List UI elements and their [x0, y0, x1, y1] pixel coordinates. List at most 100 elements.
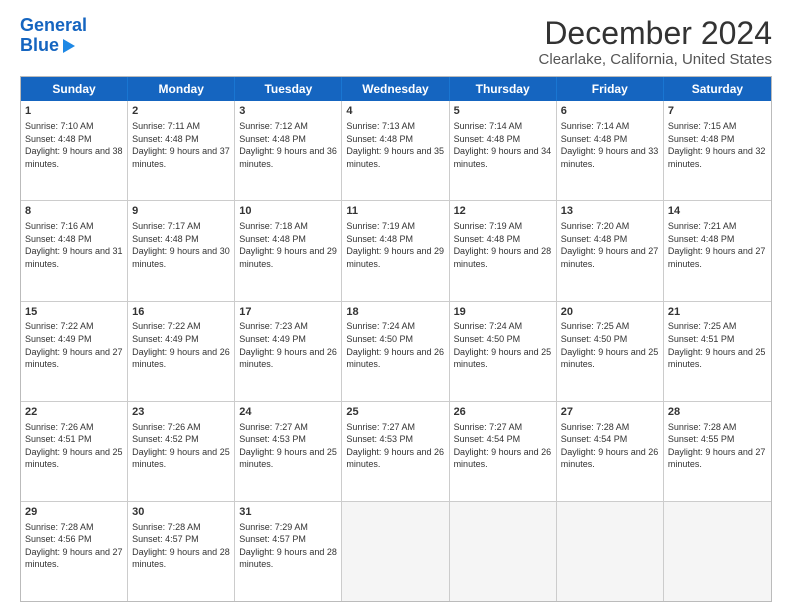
day-number: 30 — [132, 505, 230, 520]
day-info: Sunrise: 7:26 AM Sunset: 4:51 PM Dayligh… — [25, 421, 123, 471]
day-number: 17 — [239, 305, 337, 320]
day-number: 2 — [132, 104, 230, 119]
header: General Blue December 2024 Clearlake, Ca… — [20, 16, 772, 68]
day-info: Sunrise: 7:14 AM Sunset: 4:48 PM Dayligh… — [454, 120, 552, 170]
calendar-cell: 21Sunrise: 7:25 AM Sunset: 4:51 PM Dayli… — [664, 302, 771, 401]
day-number: 21 — [668, 305, 767, 320]
subtitle: Clearlake, California, United States — [539, 51, 772, 68]
day-number: 27 — [561, 405, 659, 420]
day-number: 16 — [132, 305, 230, 320]
calendar-row: 29Sunrise: 7:28 AM Sunset: 4:56 PM Dayli… — [21, 502, 771, 601]
day-number: 15 — [25, 305, 123, 320]
calendar-cell: 25Sunrise: 7:27 AM Sunset: 4:53 PM Dayli… — [342, 402, 449, 501]
day-of-week-tuesday: Tuesday — [235, 77, 342, 101]
page: General Blue December 2024 Clearlake, Ca… — [0, 0, 792, 612]
day-info: Sunrise: 7:16 AM Sunset: 4:48 PM Dayligh… — [25, 220, 123, 270]
day-number: 26 — [454, 405, 552, 420]
day-info: Sunrise: 7:24 AM Sunset: 4:50 PM Dayligh… — [346, 320, 444, 370]
calendar-cell: 14Sunrise: 7:21 AM Sunset: 4:48 PM Dayli… — [664, 201, 771, 300]
day-number: 28 — [668, 405, 767, 420]
calendar-cell: 24Sunrise: 7:27 AM Sunset: 4:53 PM Dayli… — [235, 402, 342, 501]
logo: General Blue — [20, 16, 87, 56]
day-info: Sunrise: 7:10 AM Sunset: 4:48 PM Dayligh… — [25, 120, 123, 170]
day-info: Sunrise: 7:19 AM Sunset: 4:48 PM Dayligh… — [454, 220, 552, 270]
day-number: 12 — [454, 204, 552, 219]
calendar-cell: 16Sunrise: 7:22 AM Sunset: 4:49 PM Dayli… — [128, 302, 235, 401]
day-info: Sunrise: 7:25 AM Sunset: 4:51 PM Dayligh… — [668, 320, 767, 370]
day-number: 24 — [239, 405, 337, 420]
day-info: Sunrise: 7:21 AM Sunset: 4:48 PM Dayligh… — [668, 220, 767, 270]
day-info: Sunrise: 7:23 AM Sunset: 4:49 PM Dayligh… — [239, 320, 337, 370]
calendar-cell — [557, 502, 664, 601]
day-info: Sunrise: 7:26 AM Sunset: 4:52 PM Dayligh… — [132, 421, 230, 471]
calendar-cell — [450, 502, 557, 601]
day-info: Sunrise: 7:13 AM Sunset: 4:48 PM Dayligh… — [346, 120, 444, 170]
calendar-cell: 30Sunrise: 7:28 AM Sunset: 4:57 PM Dayli… — [128, 502, 235, 601]
calendar-cell: 12Sunrise: 7:19 AM Sunset: 4:48 PM Dayli… — [450, 201, 557, 300]
day-of-week-sunday: Sunday — [21, 77, 128, 101]
calendar-cell: 18Sunrise: 7:24 AM Sunset: 4:50 PM Dayli… — [342, 302, 449, 401]
calendar-cell: 3Sunrise: 7:12 AM Sunset: 4:48 PM Daylig… — [235, 101, 342, 200]
day-number: 14 — [668, 204, 767, 219]
day-info: Sunrise: 7:14 AM Sunset: 4:48 PM Dayligh… — [561, 120, 659, 170]
calendar-cell: 23Sunrise: 7:26 AM Sunset: 4:52 PM Dayli… — [128, 402, 235, 501]
day-info: Sunrise: 7:27 AM Sunset: 4:53 PM Dayligh… — [346, 421, 444, 471]
day-info: Sunrise: 7:18 AM Sunset: 4:48 PM Dayligh… — [239, 220, 337, 270]
calendar-cell: 19Sunrise: 7:24 AM Sunset: 4:50 PM Dayli… — [450, 302, 557, 401]
day-info: Sunrise: 7:28 AM Sunset: 4:57 PM Dayligh… — [132, 521, 230, 571]
calendar-cell: 1Sunrise: 7:10 AM Sunset: 4:48 PM Daylig… — [21, 101, 128, 200]
calendar-cell: 10Sunrise: 7:18 AM Sunset: 4:48 PM Dayli… — [235, 201, 342, 300]
calendar-wrapper: SundayMondayTuesdayWednesdayThursdayFrid… — [20, 76, 772, 602]
calendar-body: 1Sunrise: 7:10 AM Sunset: 4:48 PM Daylig… — [21, 101, 771, 601]
calendar-cell: 8Sunrise: 7:16 AM Sunset: 4:48 PM Daylig… — [21, 201, 128, 300]
day-of-week-monday: Monday — [128, 77, 235, 101]
calendar-cell: 22Sunrise: 7:26 AM Sunset: 4:51 PM Dayli… — [21, 402, 128, 501]
logo-general: General — [20, 15, 87, 35]
day-number: 13 — [561, 204, 659, 219]
day-number: 5 — [454, 104, 552, 119]
calendar-row: 8Sunrise: 7:16 AM Sunset: 4:48 PM Daylig… — [21, 201, 771, 301]
day-number: 10 — [239, 204, 337, 219]
day-number: 31 — [239, 505, 337, 520]
day-of-week-wednesday: Wednesday — [342, 77, 449, 101]
day-number: 3 — [239, 104, 337, 119]
calendar-cell: 28Sunrise: 7:28 AM Sunset: 4:55 PM Dayli… — [664, 402, 771, 501]
day-number: 29 — [25, 505, 123, 520]
day-number: 8 — [25, 204, 123, 219]
calendar-cell: 11Sunrise: 7:19 AM Sunset: 4:48 PM Dayli… — [342, 201, 449, 300]
logo-blue: Blue — [20, 36, 59, 56]
logo-arrow-icon — [63, 39, 75, 53]
day-number: 11 — [346, 204, 444, 219]
day-info: Sunrise: 7:22 AM Sunset: 4:49 PM Dayligh… — [25, 320, 123, 370]
day-number: 9 — [132, 204, 230, 219]
calendar-cell: 27Sunrise: 7:28 AM Sunset: 4:54 PM Dayli… — [557, 402, 664, 501]
day-info: Sunrise: 7:15 AM Sunset: 4:48 PM Dayligh… — [668, 120, 767, 170]
calendar-row: 15Sunrise: 7:22 AM Sunset: 4:49 PM Dayli… — [21, 302, 771, 402]
day-number: 20 — [561, 305, 659, 320]
day-info: Sunrise: 7:12 AM Sunset: 4:48 PM Dayligh… — [239, 120, 337, 170]
calendar-cell: 6Sunrise: 7:14 AM Sunset: 4:48 PM Daylig… — [557, 101, 664, 200]
day-number: 1 — [25, 104, 123, 119]
day-of-week-thursday: Thursday — [450, 77, 557, 101]
logo-text: General Blue — [20, 16, 87, 56]
day-info: Sunrise: 7:28 AM Sunset: 4:56 PM Dayligh… — [25, 521, 123, 571]
calendar-cell: 31Sunrise: 7:29 AM Sunset: 4:57 PM Dayli… — [235, 502, 342, 601]
calendar-cell: 7Sunrise: 7:15 AM Sunset: 4:48 PM Daylig… — [664, 101, 771, 200]
calendar-cell: 5Sunrise: 7:14 AM Sunset: 4:48 PM Daylig… — [450, 101, 557, 200]
day-number: 19 — [454, 305, 552, 320]
day-info: Sunrise: 7:29 AM Sunset: 4:57 PM Dayligh… — [239, 521, 337, 571]
day-info: Sunrise: 7:22 AM Sunset: 4:49 PM Dayligh… — [132, 320, 230, 370]
day-info: Sunrise: 7:27 AM Sunset: 4:54 PM Dayligh… — [454, 421, 552, 471]
calendar-cell: 20Sunrise: 7:25 AM Sunset: 4:50 PM Dayli… — [557, 302, 664, 401]
day-number: 25 — [346, 405, 444, 420]
calendar-cell — [342, 502, 449, 601]
day-number: 22 — [25, 405, 123, 420]
day-of-week-saturday: Saturday — [664, 77, 771, 101]
day-info: Sunrise: 7:25 AM Sunset: 4:50 PM Dayligh… — [561, 320, 659, 370]
title-block: December 2024 Clearlake, California, Uni… — [539, 16, 772, 68]
day-number: 18 — [346, 305, 444, 320]
day-info: Sunrise: 7:17 AM Sunset: 4:48 PM Dayligh… — [132, 220, 230, 270]
day-of-week-friday: Friday — [557, 77, 664, 101]
calendar-cell: 4Sunrise: 7:13 AM Sunset: 4:48 PM Daylig… — [342, 101, 449, 200]
day-info: Sunrise: 7:19 AM Sunset: 4:48 PM Dayligh… — [346, 220, 444, 270]
